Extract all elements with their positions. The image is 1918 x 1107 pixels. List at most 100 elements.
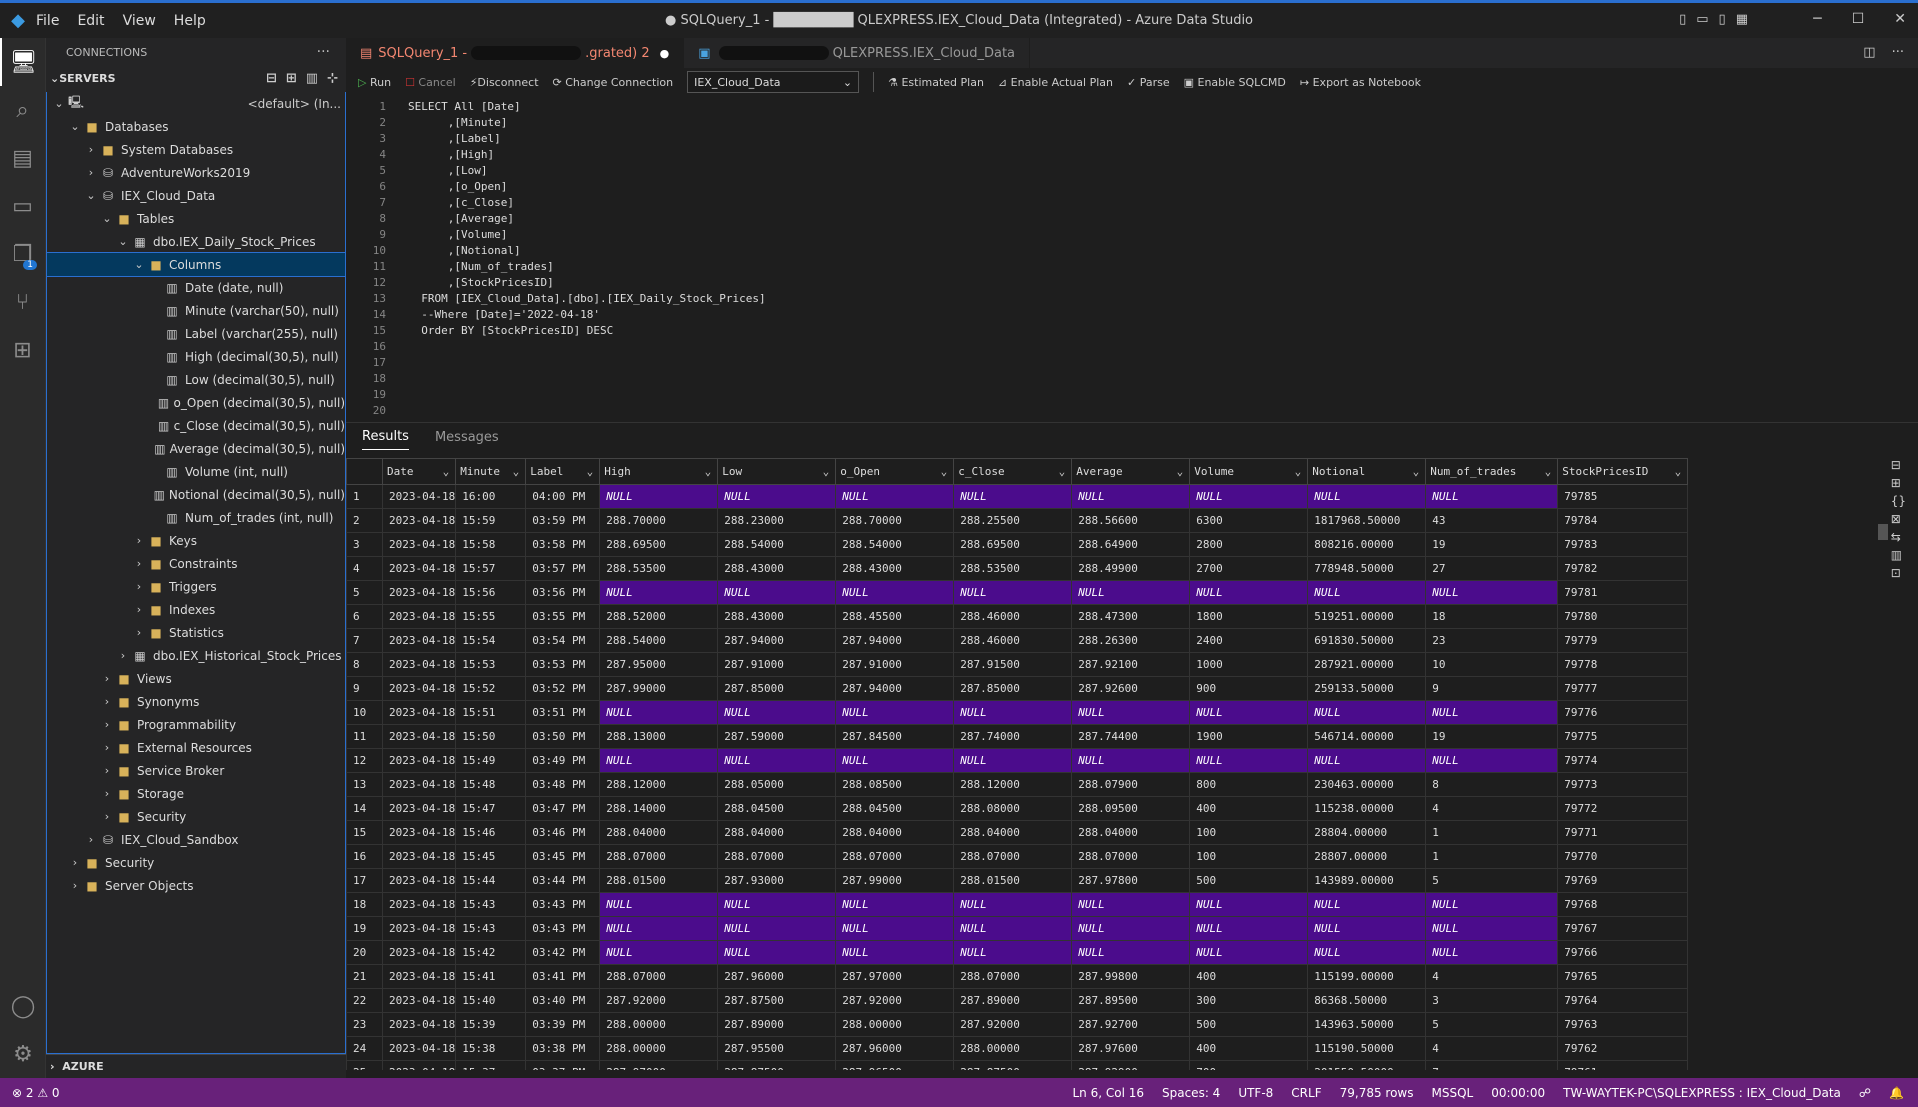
- table-cell[interactable]: 288.04000: [835, 820, 955, 845]
- row-number[interactable]: 4: [346, 556, 383, 581]
- table-cell[interactable]: 143963.50000: [1307, 1012, 1427, 1037]
- tree-node[interactable]: › ⛁ AdventureWorks2019: [47, 161, 345, 184]
- servers-icon[interactable]: ▭: [0, 182, 45, 230]
- table-cell[interactable]: 288.00000: [953, 1036, 1073, 1061]
- table-cell[interactable]: NULL: [835, 748, 955, 773]
- problems-status[interactable]: ⊗ 2 ⚠ 0: [0, 1086, 60, 1100]
- table-cell[interactable]: 15:43: [455, 892, 527, 917]
- tree-node[interactable]: ▥ Num_of_trades (int, null): [47, 506, 345, 529]
- table-cell[interactable]: NULL: [1425, 580, 1559, 605]
- table-cell[interactable]: 79776: [1557, 700, 1689, 725]
- table-cell[interactable]: NULL: [1307, 892, 1427, 917]
- table-cell[interactable]: 287.89500: [1071, 988, 1191, 1013]
- table-cell[interactable]: 79774: [1557, 748, 1689, 773]
- tree-node[interactable]: › ■ Programmability: [47, 713, 345, 736]
- table-cell[interactable]: 287.85000: [717, 676, 837, 701]
- row-number[interactable]: 22: [346, 988, 383, 1013]
- table-row[interactable]: 20 2023-04-18 15:42 03:42 PM NULL NULL NULL NUL…: [346, 940, 1689, 965]
- table-cell[interactable]: NULL: [1307, 940, 1427, 965]
- table-cell[interactable]: 288.46000: [953, 604, 1073, 629]
- tree-node[interactable]: ▥ Volume (int, null): [47, 460, 345, 483]
- table-cell[interactable]: 288.54000: [717, 532, 837, 557]
- table-cell[interactable]: 288.49900: [1071, 556, 1191, 581]
- table-cell[interactable]: 2023-04-18: [381, 604, 457, 629]
- column-menu-icon[interactable]: ⌄: [1413, 465, 1420, 478]
- table-cell[interactable]: 778948.50000: [1307, 556, 1427, 581]
- table-cell[interactable]: 287.95000: [599, 652, 719, 677]
- table-row[interactable]: 21 2023-04-18 15:41 03:41 PM 288.07000 287.96…: [346, 964, 1689, 989]
- table-cell[interactable]: NULL: [1189, 580, 1309, 605]
- table-row[interactable]: 5 2023-04-18 15:56 03:56 PM NULL NULL NULL NULL…: [346, 580, 1689, 605]
- table-cell[interactable]: NULL: [1425, 940, 1559, 965]
- table-cell[interactable]: NULL: [599, 916, 719, 941]
- table-cell[interactable]: 15:37: [455, 1060, 527, 1070]
- table-cell[interactable]: 288.07000: [599, 964, 719, 989]
- table-cell[interactable]: 2023-04-18: [381, 868, 457, 893]
- tree-node[interactable]: › ■ Server Objects: [47, 874, 345, 897]
- tree-node[interactable]: › ▦ dbo.IEX_Historical_Stock_Prices: [47, 644, 345, 667]
- table-cell[interactable]: 287.97600: [1071, 1036, 1191, 1061]
- toggle-secondary-sidebar-icon[interactable]: ▯: [1719, 12, 1726, 27]
- tree-node[interactable]: ▥ High (decimal(30,5), null): [47, 345, 345, 368]
- table-cell[interactable]: 2023-04-18: [381, 892, 457, 917]
- table-cell[interactable]: 287.85000: [953, 676, 1073, 701]
- table-cell[interactable]: NULL: [599, 700, 719, 725]
- servers-section-header[interactable]: ⌄ SERVERS ⊟ ⊞ ▥ ⊹: [46, 66, 346, 90]
- end-of-line[interactable]: CRLF: [1291, 1086, 1321, 1100]
- column-menu-icon[interactable]: ⌄: [1295, 465, 1302, 478]
- row-number[interactable]: 18: [346, 892, 383, 917]
- table-cell[interactable]: 79775: [1557, 724, 1689, 749]
- table-cell[interactable]: 2023-04-18: [381, 580, 457, 605]
- row-number[interactable]: 1: [346, 484, 383, 509]
- table-cell[interactable]: NULL: [1189, 748, 1309, 773]
- save-excel-icon[interactable]: ⊞: [1891, 476, 1906, 490]
- tree-node[interactable]: ▥ Notional (decimal(30,5), null): [47, 483, 345, 506]
- tab-server-dashboard[interactable]: ▣ QLEXPRESS.IEX_Cloud_Data: [684, 38, 1031, 68]
- table-row[interactable]: 23 2023-04-18 15:39 03:39 PM 288.00000 287.89…: [346, 1012, 1689, 1037]
- table-row[interactable]: 7 2023-04-18 15:54 03:54 PM 288.54000 287.940…: [346, 628, 1689, 653]
- save-xml-icon[interactable]: ⊠: [1891, 512, 1906, 526]
- table-cell[interactable]: 79772: [1557, 796, 1689, 821]
- tab-messages[interactable]: Messages: [435, 430, 499, 450]
- table-cell[interactable]: 79762: [1557, 1036, 1689, 1061]
- table-cell[interactable]: 100: [1189, 820, 1309, 845]
- table-row[interactable]: 6 2023-04-18 15:55 03:55 PM 288.52000 288.430…: [346, 604, 1689, 629]
- table-cell[interactable]: NULL: [1425, 484, 1559, 509]
- notebook-icon[interactable]: ▤: [0, 134, 45, 182]
- table-cell[interactable]: 2800: [1189, 532, 1309, 557]
- table-cell[interactable]: 03:38 PM: [525, 1036, 601, 1061]
- table-cell[interactable]: 15:45: [455, 844, 527, 869]
- table-cell[interactable]: 79783: [1557, 532, 1689, 557]
- table-cell[interactable]: 287.92000: [599, 988, 719, 1013]
- table-cell[interactable]: NULL: [1189, 484, 1309, 509]
- table-cell[interactable]: 288.00000: [599, 1036, 719, 1061]
- table-cell[interactable]: NULL: [953, 916, 1073, 941]
- table-cell[interactable]: 800: [1189, 772, 1309, 797]
- table-cell[interactable]: 15:53: [455, 652, 527, 677]
- table-cell[interactable]: 03:51 PM: [525, 700, 601, 725]
- table-cell[interactable]: 288.43000: [717, 556, 837, 581]
- tree-node[interactable]: ▥ Label (varchar(255), null): [47, 322, 345, 345]
- table-cell[interactable]: NULL: [953, 484, 1073, 509]
- gear-icon[interactable]: ⚙: [0, 1030, 46, 1078]
- table-cell[interactable]: 288.43000: [717, 604, 837, 629]
- table-cell[interactable]: 808216.00000: [1307, 532, 1427, 557]
- table-cell[interactable]: 2023-04-18: [381, 700, 457, 725]
- table-cell[interactable]: 287.96000: [717, 964, 837, 989]
- table-cell[interactable]: 288.00000: [835, 1012, 955, 1037]
- table-cell[interactable]: 1900: [1189, 724, 1309, 749]
- more-actions-icon[interactable]: ···: [317, 44, 330, 60]
- chart-icon[interactable]: ▥: [1891, 548, 1906, 562]
- table-cell[interactable]: 2023-04-18: [381, 796, 457, 821]
- table-cell[interactable]: 100: [1189, 844, 1309, 869]
- table-cell[interactable]: 4: [1425, 796, 1559, 821]
- table-cell[interactable]: 15:55: [455, 604, 527, 629]
- table-cell[interactable]: 287.92100: [1071, 652, 1191, 677]
- results-grid[interactable]: Date ⌄ Minute ⌄ Label ⌄ High ⌄ Low ⌄ o_Open ⌄ c_Clos…: [346, 458, 1736, 1070]
- table-cell[interactable]: NULL: [717, 748, 837, 773]
- table-cell[interactable]: NULL: [1425, 700, 1559, 725]
- table-cell[interactable]: NULL: [717, 940, 837, 965]
- table-cell[interactable]: 2023-04-18: [381, 484, 457, 509]
- table-cell[interactable]: 287.94000: [835, 676, 955, 701]
- row-number[interactable]: 21: [346, 964, 383, 989]
